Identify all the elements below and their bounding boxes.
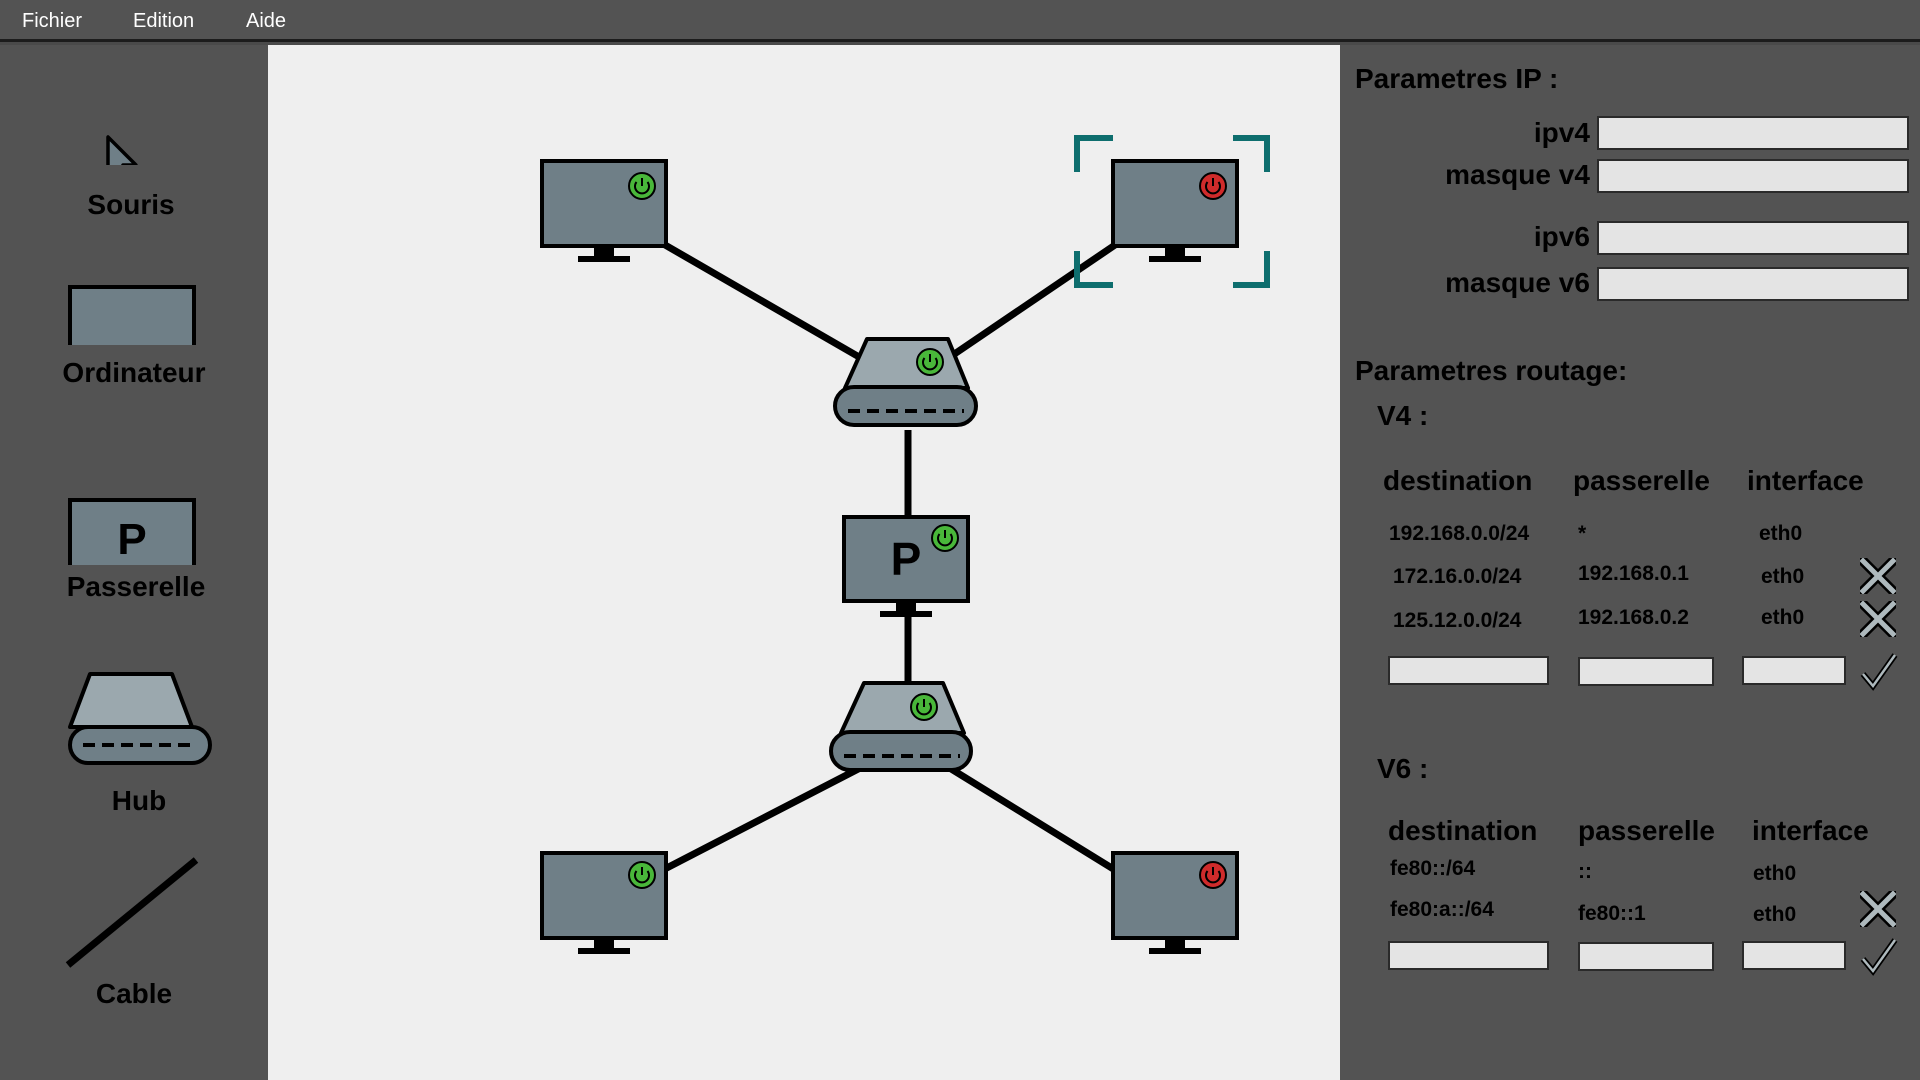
route-destination: fe80::/64 <box>1390 857 1476 880</box>
route-destination: fe80:a::/64 <box>1390 898 1494 921</box>
tool-gateway-label: Passerelle <box>66 571 206 602</box>
route-interface: eth0 <box>1753 903 1797 926</box>
ipv4-input[interactable] <box>1597 116 1909 150</box>
v4-new-gateway-input[interactable] <box>1578 657 1714 686</box>
computer-node[interactable] <box>1111 851 1239 954</box>
power-icon[interactable] <box>1199 172 1227 200</box>
computer-node[interactable] <box>540 159 668 262</box>
hub-icon <box>68 672 212 765</box>
tool-gateway[interactable]: P Passerelle <box>0 445 268 655</box>
menu-aide[interactable]: Aide <box>246 10 286 33</box>
v4-new-interface-input[interactable] <box>1742 656 1846 685</box>
routing-v4-title: V4 : <box>1377 400 1429 431</box>
cable-icon <box>65 857 199 968</box>
v6-header-interface: interface <box>1752 815 1869 846</box>
computer-icon <box>68 285 196 345</box>
computer-node[interactable] <box>540 851 668 954</box>
hub-node[interactable] <box>829 681 973 772</box>
ip-params-title: Parametres IP : <box>1355 63 1559 94</box>
route-destination: 172.16.0.0/24 <box>1393 565 1522 588</box>
mask-v6-input[interactable] <box>1597 267 1909 301</box>
tool-hub-label: Hub <box>111 785 167 816</box>
v4-new-destination-input[interactable] <box>1388 656 1549 685</box>
route-interface: eth0 <box>1761 606 1805 629</box>
tool-computer[interactable]: Ordinateur <box>0 235 268 435</box>
cable-link[interactable] <box>946 764 1117 873</box>
cable-link[interactable] <box>651 234 875 369</box>
network-canvas[interactable]: P <box>268 45 1340 1080</box>
cable-link[interactable] <box>655 761 868 877</box>
power-icon[interactable] <box>628 861 656 889</box>
power-icon[interactable] <box>910 693 938 721</box>
cursor-arrow-icon <box>106 135 138 165</box>
power-icon[interactable] <box>931 524 959 552</box>
tool-mouse[interactable]: Souris <box>0 85 268 235</box>
route-gateway: :: <box>1578 860 1592 883</box>
route-interface: eth0 <box>1753 862 1797 885</box>
toolbox: Souris Ordinateur P Passerelle Hub Cable <box>0 45 268 1080</box>
checkmark-icon[interactable] <box>1859 937 1899 977</box>
power-icon[interactable] <box>628 172 656 200</box>
menu-edition[interactable]: Edition <box>133 10 194 33</box>
v6-new-interface-input[interactable] <box>1742 941 1846 970</box>
gateway-letter: P <box>891 533 922 585</box>
gateway-letter: P <box>117 515 147 564</box>
route-interface: eth0 <box>1761 565 1805 588</box>
v6-new-destination-input[interactable] <box>1388 941 1549 970</box>
tool-hub[interactable]: Hub <box>0 665 268 865</box>
menu-bar: Fichier Edition Aide <box>0 0 1920 42</box>
x-icon[interactable] <box>1860 891 1896 927</box>
x-icon[interactable] <box>1860 558 1896 594</box>
route-destination: 125.12.0.0/24 <box>1393 609 1522 632</box>
v6-header-destination: destination <box>1388 815 1538 846</box>
v6-new-gateway-input[interactable] <box>1578 942 1714 971</box>
gateway-node[interactable]: P <box>842 515 970 617</box>
tool-cable[interactable]: Cable <box>0 850 268 1070</box>
mask-v6-label: masque v6 : <box>1445 267 1607 298</box>
route-gateway: 192.168.0.2 <box>1578 606 1689 629</box>
tool-cable-label: Cable <box>95 978 173 1009</box>
checkmark-icon[interactable] <box>1859 652 1899 692</box>
v6-header-passerelle: passerelle <box>1578 815 1715 846</box>
mask-v4-label: masque v4 : <box>1445 159 1607 190</box>
power-icon[interactable] <box>916 348 944 376</box>
routing-v6-title: V6 : <box>1377 753 1429 784</box>
network-diagram: P <box>540 135 1270 954</box>
properties-panel: Parametres IP : ipv4 : masque v4 : ipv6 … <box>1340 45 1920 1080</box>
route-gateway: fe80::1 <box>1578 902 1646 925</box>
tool-computer-label: Ordinateur <box>62 357 206 388</box>
x-icon[interactable] <box>1860 601 1896 637</box>
route-gateway: 192.168.0.1 <box>1578 562 1689 585</box>
cable-link[interactable] <box>948 242 1117 360</box>
v4-header-interface: interface <box>1747 465 1864 496</box>
computer-node-selected[interactable] <box>1111 159 1239 262</box>
tool-mouse-label: Souris <box>87 189 175 220</box>
menu-fichier[interactable]: Fichier <box>22 10 82 33</box>
power-icon[interactable] <box>1199 861 1227 889</box>
mask-v4-input[interactable] <box>1597 159 1909 193</box>
ipv6-input[interactable] <box>1597 221 1909 255</box>
v4-header-passerelle: passerelle <box>1573 465 1710 496</box>
route-interface: eth0 <box>1759 522 1803 545</box>
route-destination: 192.168.0.0/24 <box>1389 522 1530 545</box>
route-gateway: * <box>1578 522 1587 545</box>
v4-header-destination: destination <box>1383 465 1533 496</box>
routing-params-title: Parametres routage: <box>1355 355 1628 386</box>
